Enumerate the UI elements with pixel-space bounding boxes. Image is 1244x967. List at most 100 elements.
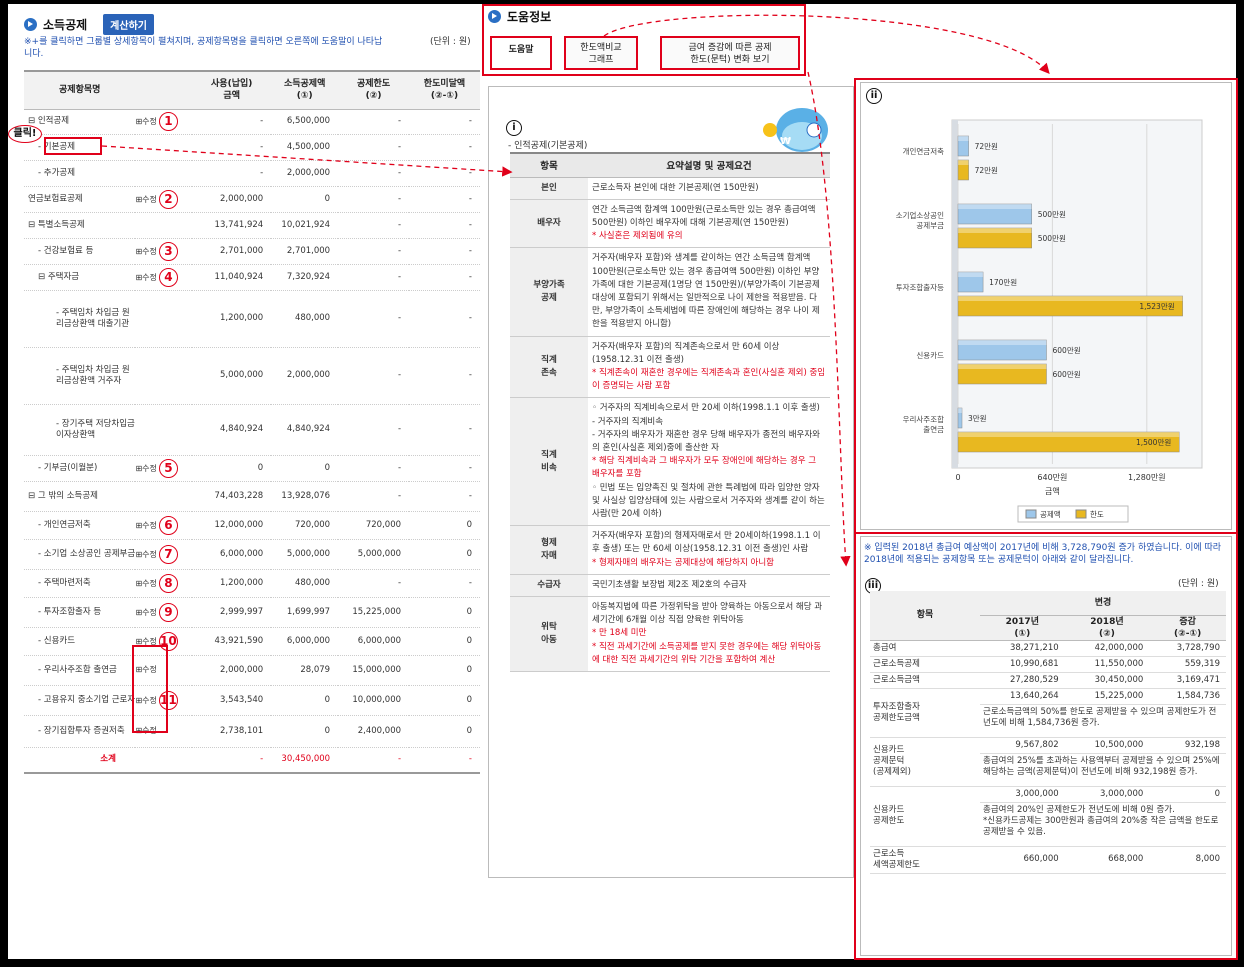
tab-limit-graph[interactable]: 한도액비교 그래프: [564, 36, 638, 70]
threshold-row: 근로소득공제 10,990,681 11,550,000 559,319: [870, 656, 1226, 673]
edit-button[interactable]: ⊞수정: [135, 117, 156, 126]
threshold-notice: ※ 입력된 2018년 총급여 예상액이 2017년에 비해 3,728,790…: [864, 543, 1222, 565]
deduction-item-name[interactable]: ⊟ 그 밖의 소득공제: [24, 481, 136, 512]
help-desc: ◦ 거주자의 직계비속으로서 만 20세 이하(1998.1.1 이후 출생) -…: [588, 397, 830, 527]
deduction-row[interactable]: - 주택임차 차입금 원리금상환액 대출기관 1,200,000 480,000- -: [24, 290, 480, 348]
help-subtitle: - 인적공제(기본공제): [508, 141, 588, 151]
chart-legend-swatch: [1025, 509, 1037, 519]
help-row: 위탁 아동 아동복지법에 따른 가정위탁을 받아 양육하는 아동으로서 해당 과세…: [510, 596, 830, 673]
threshold-note: 총급여의 20%인 공제한도가 전년도에 비해 0원 증가. *신용카드공제는 …: [980, 802, 1226, 847]
deduction-item-name[interactable]: - 소기업 소상공인 공제부금: [24, 539, 136, 570]
threshold-row: 근로소득 세액공제한도 660,000 668,000 8,000: [870, 846, 1226, 874]
svg-text:₩: ₩: [780, 136, 791, 147]
deduction-row[interactable]: - 소기업 소상공인 공제부금 ⊞수정 7 6,000,000 5,000,000 5,0…: [24, 539, 480, 570]
deduction-row[interactable]: ⊟ 인적공제 ⊞수정 1-6,500,000- -: [24, 109, 480, 136]
deduction-item-name[interactable]: 연금보험료공제: [24, 186, 136, 213]
deduction-row[interactable]: - 우리사주조합 출연금 ⊞수정 2,000,000 28,079 15,000,000…: [24, 655, 480, 686]
deduction-row[interactable]: - 주택마련저축 ⊞수정 8 1,200,000 480,000- -: [24, 569, 480, 598]
edit-button[interactable]: ⊞수정: [135, 521, 156, 530]
deduction-item-name[interactable]: - 주택마련저축: [24, 569, 136, 598]
threshold-val-b: 15,225,000: [1064, 688, 1150, 705]
deduction-item-name[interactable]: - 우리사주조합 출연금: [24, 655, 136, 686]
chart-x-tick: 0: [955, 473, 960, 482]
chart-category-label: 공제부금: [916, 221, 944, 230]
deduction-used: 4,840,924: [192, 404, 272, 456]
deduction-item-name[interactable]: - 고용유지 중소기업 근로자: [24, 685, 136, 716]
deduction-used: 0: [192, 455, 272, 482]
chart-bar-highlight: [958, 228, 1032, 233]
deduction-item-name[interactable]: ⊟ 주택자금: [24, 264, 136, 291]
threshold-val-a: 38,271,210: [980, 640, 1065, 657]
deduction-limit: 15,000,000: [338, 655, 410, 686]
deduction-row[interactable]: - 주택임차 차입금 원리금상환액 거주자 5,000,000 2,000,000-…: [24, 347, 480, 405]
edit-button[interactable]: ⊞수정: [135, 273, 156, 282]
chart-bar-value: 1,500만원: [1136, 438, 1171, 447]
deduction-item-name[interactable]: - 장기주택 저당차입금 이자상환액: [24, 404, 136, 456]
chart-bar-highlight: [958, 364, 1047, 369]
help-desc-line: * 직계존속이 재혼한 경우에는 직계존속과 혼인(사실혼 제외) 중임이 증명…: [592, 367, 826, 392]
deduction-row[interactable]: - 투자조합출자 등 ⊞수정 9 2,999,997 1,699,997 15,225,0…: [24, 597, 480, 628]
edit-button[interactable]: ⊞수정: [135, 247, 156, 256]
chart-x-tick: 640만원: [1037, 473, 1067, 482]
deduction-row[interactable]: - 고용유지 중소기업 근로자 ⊞수정 11 3,543,540 0 10,000,000…: [24, 685, 480, 716]
edit-cell: [135, 212, 193, 239]
edit-button[interactable]: ⊞수정: [135, 579, 156, 588]
help-item: 수급자: [510, 574, 588, 597]
deduction-col-4: 공제한도 (②): [338, 70, 410, 110]
deduction-row[interactable]: - 개인연금저축 ⊞수정 6 12,000,000 720,000 720,000 0: [24, 511, 480, 540]
threshold-item: 신용카드 공제한도: [870, 786, 980, 847]
edit-button[interactable]: ⊞수정: [135, 464, 156, 473]
roman-i-label: i: [506, 120, 522, 136]
chart-bar-highlight: [958, 272, 984, 277]
calculate-button[interactable]: 계산하기: [103, 14, 154, 35]
edit-button[interactable]: ⊞수정: [135, 550, 156, 559]
deduction-used: 2,000,000: [192, 186, 272, 213]
threshold-col-2017: 2017년 (①): [980, 615, 1065, 641]
deduction-row[interactable]: - 추가공제 -2,000,000- -: [24, 160, 480, 187]
subtotal-used: -: [192, 747, 272, 774]
deduction-row[interactable]: ⊟ 그 밖의 소득공제 74,403,228 13,928,076- -: [24, 481, 480, 512]
deduction-used: -: [192, 134, 272, 161]
deduction-row[interactable]: - 기부금(이월분) ⊞수정 5 0 0- -: [24, 455, 480, 482]
tab-help[interactable]: 도움말: [490, 36, 552, 70]
threshold-val-b: 10,500,000: [1064, 737, 1150, 754]
edit-button[interactable]: ⊞수정: [135, 195, 156, 204]
deduction-item-name[interactable]: - 개인연금저축: [24, 511, 136, 540]
deduction-item-name[interactable]: - 기부금(이월분): [24, 455, 136, 482]
deduction-row[interactable]: ⊟ 특별소득공제 13,741,924 10,021,924- -: [24, 212, 480, 239]
deduction-limit: 10,000,000: [338, 685, 410, 716]
deduction-row[interactable]: ⊟ 주택자금 ⊞수정 4 11,040,924 7,320,924- -: [24, 264, 480, 291]
help-desc-line: ◦ 거주자의 직계비속으로서 만 20세 이하(1998.1.1 이후 출생): [592, 403, 820, 414]
deduction-used: 3,543,540: [192, 685, 272, 716]
chart-category-label: 소기업소상공인: [896, 210, 944, 220]
deduction-used: 74,403,228: [192, 481, 272, 512]
deduction-row[interactable]: 연금보험료공제 ⊞수정 2 2,000,000 0- -: [24, 186, 480, 213]
deduction-item-name[interactable]: - 장기집합투자 증권저축: [24, 715, 136, 748]
deduction-row[interactable]: - 신용카드 ⊞수정 10 43,921,590 6,000,000 6,000,000 0: [24, 627, 480, 656]
deduction-item-name[interactable]: - 투자조합출자 등: [24, 597, 136, 628]
deduction-row[interactable]: - 장기집합투자 증권저축 ⊞수정 2,738,101 0 2,400,000 0: [24, 715, 480, 748]
chart-x-label: 금액: [1045, 486, 1060, 496]
step-number-badge: 5: [158, 458, 178, 478]
deduction-limit: -: [338, 238, 410, 265]
deduction-short: -: [409, 212, 480, 239]
deduction-row[interactable]: - 건강보험료 등 ⊞수정 3 2,701,000 2,701,000- -: [24, 238, 480, 265]
deduction-limit: 720,000: [338, 511, 410, 540]
help-desc-line: - 거주자의 직계비속: [592, 416, 664, 427]
deduction-used: 2,000,000: [192, 655, 272, 686]
deduction-item-name[interactable]: ⊟ 특별소득공제: [24, 212, 136, 239]
deduction-item-name[interactable]: - 주택임차 차입금 원리금상환액 거주자: [24, 347, 136, 405]
deduction-item-name[interactable]: - 건강보험료 등: [24, 238, 136, 265]
deduction-item-name[interactable]: - 주택임차 차입금 원리금상환액 대출기관: [24, 290, 136, 348]
deduction-ded: 2,701,000: [271, 238, 339, 265]
chart-bar-value: 500만원: [1038, 234, 1066, 243]
deduction-limit: 15,225,000: [338, 597, 410, 628]
deduction-item-name[interactable]: - 신용카드: [24, 627, 136, 656]
deduction-col-1: [135, 70, 193, 110]
edit-button[interactable]: ⊞수정: [135, 608, 156, 617]
tab-threshold-change[interactable]: 금여 증감에 따른 공제 한도(문턱) 변화 보기: [660, 36, 800, 70]
deduction-item-name[interactable]: - 추가공제: [24, 160, 136, 187]
deduction-row[interactable]: - 장기주택 저당차입금 이자상환액 4,840,924 4,840,924- -: [24, 404, 480, 456]
chart-legend-label: 공제액: [1040, 509, 1061, 519]
chart-bar-value: 500만원: [1038, 210, 1066, 219]
